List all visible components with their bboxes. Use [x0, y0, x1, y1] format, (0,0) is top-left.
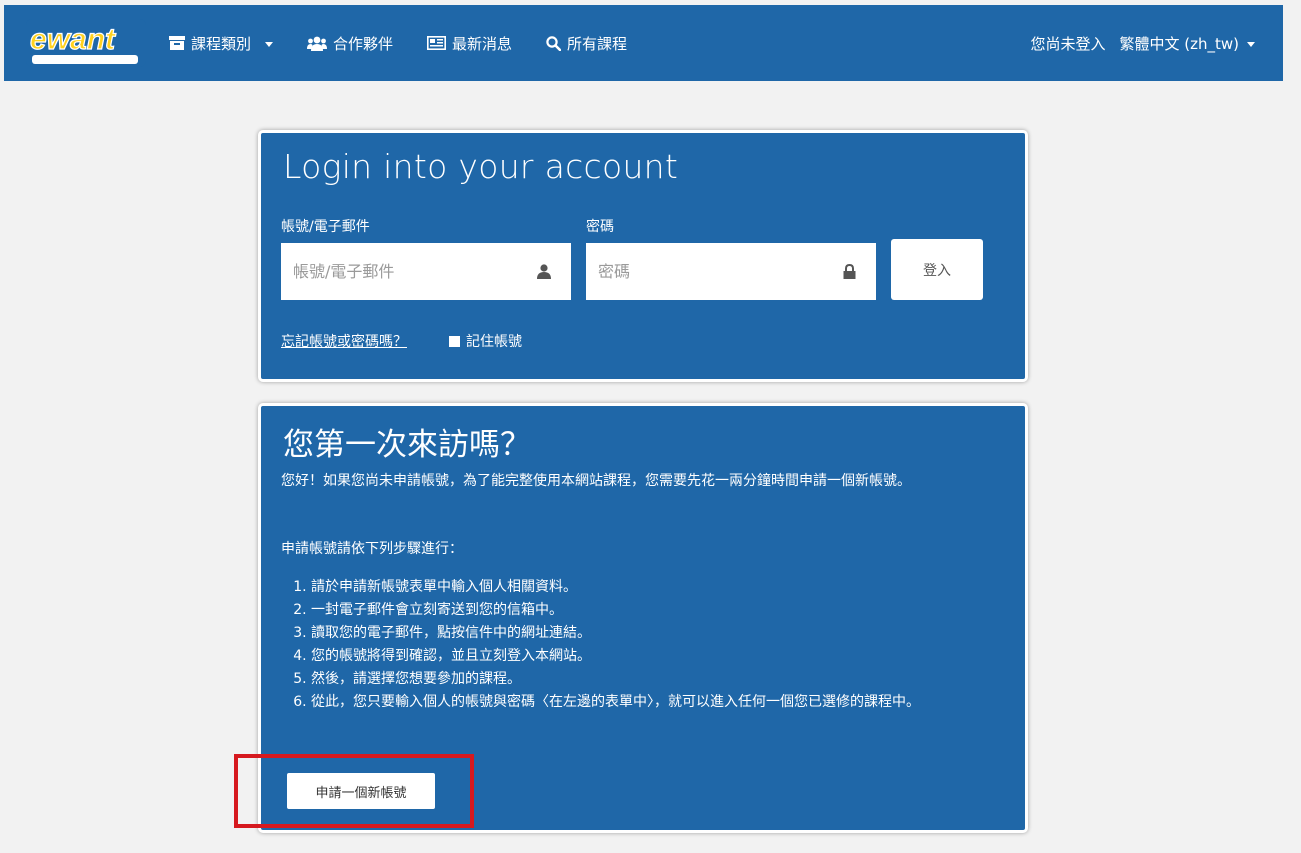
nav-news-label: 最新消息 — [452, 34, 513, 53]
user-icon — [537, 264, 551, 279]
nav-all-courses-label: 所有課程 — [567, 34, 628, 53]
steps-heading: 申請帳號請依下列步驟進行： — [281, 541, 463, 557]
forgot-password-link[interactable]: 忘記帳號或密碼嗎？ — [281, 331, 407, 351]
language-label: 繁體中文 (zh_tw) — [1119, 34, 1239, 53]
nav-partners[interactable]: 合作夥伴 — [307, 33, 393, 54]
step-item: 然後，請選擇您想要參加的課程。 — [311, 668, 1033, 691]
step-item: 從此，您只要輸入個人的帳號與密碼〈在左邊的表單中〉，就可以進入任何一個您已選修的… — [311, 691, 1033, 714]
archive-icon — [169, 36, 185, 50]
step-item: 請於申請新帳號表單中輸入個人相關資料。 — [311, 576, 1033, 599]
password-input[interactable] — [586, 261, 876, 282]
highlight-box — [234, 754, 474, 828]
step-item: 您的帳號將得到確認，並且立刻登入本網站。 — [311, 645, 1033, 668]
nav-news[interactable]: 最新消息 — [427, 33, 512, 54]
login-panel: Login into your account 帳號/電子郵件 密碼 登入 忘記… — [258, 130, 1028, 382]
language-selector[interactable]: 繁體中文 (zh_tw) — [1119, 33, 1255, 54]
users-icon — [307, 36, 328, 51]
nav-all-courses[interactable]: 所有課程 — [546, 33, 627, 54]
nav-course-categories[interactable]: 課程類別 — [169, 33, 274, 54]
intro-text: 您好！如果您尚未申請帳號，為了能完整使用本網站課程，您需要先花一兩分鐘時間申請一… — [281, 473, 911, 489]
remember-username-label: 記住帳號 — [466, 334, 522, 350]
svg-text:ewant: ewant — [30, 23, 117, 56]
first-visit-title: 您第一次來訪嗎？ — [283, 427, 531, 463]
login-title: Login into your account — [283, 147, 679, 186]
search-icon — [546, 35, 562, 51]
password-label: 密碼 — [586, 219, 614, 235]
login-status: 您尚未登入 — [1030, 34, 1106, 53]
step-item: 一封電子郵件會立刻寄送到您的信箱中。 — [311, 599, 1033, 622]
newspaper-icon — [427, 36, 447, 50]
login-button[interactable]: 登入 — [891, 239, 983, 300]
chevron-down-icon — [265, 41, 274, 47]
nav-partners-label: 合作夥伴 — [333, 34, 394, 53]
username-input[interactable] — [281, 261, 571, 282]
ewant-logo[interactable]: ewant — [26, 19, 146, 67]
steps-list: 請於申請新帳號表單中輸入個人相關資料。 一封電子郵件會立刻寄送到您的信箱中。 讀… — [281, 576, 1033, 714]
checkbox-box[interactable] — [449, 335, 460, 347]
top-navbar: ewant 課程類別 合作夥伴 最新消息 所有課程 您尚未登入 繁體中文 (zh… — [4, 5, 1283, 81]
nav-course-categories-label: 課程類別 — [191, 34, 252, 53]
user-menu: 您尚未登入 繁體中文 (zh_tw) — [1030, 5, 1255, 81]
username-field-wrap — [281, 243, 571, 300]
lock-icon — [843, 264, 856, 279]
username-label: 帳號/電子郵件 — [281, 219, 370, 235]
remember-username-checkbox[interactable]: 記住帳號 — [449, 331, 522, 351]
step-item: 讀取您的電子郵件，點按信件中的網址連結。 — [311, 622, 1033, 645]
password-field-wrap — [586, 243, 876, 300]
main-nav: 課程類別 合作夥伴 最新消息 所有課程 — [169, 5, 661, 81]
chevron-down-icon — [1247, 41, 1255, 47]
